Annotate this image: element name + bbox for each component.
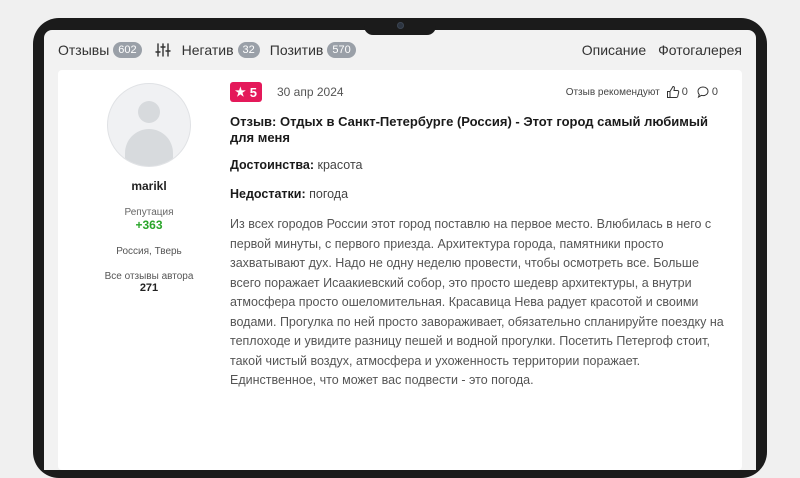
tab-bar: Отзывы 602 Негатив 32 Позитив 570 Описан… — [44, 30, 756, 70]
tab-positive[interactable]: Позитив 570 — [270, 42, 356, 58]
review-card: marikl Репутация +363 Россия, Тверь Все … — [58, 70, 742, 470]
camera-notch — [364, 18, 436, 35]
tab-reviews-count: 602 — [113, 42, 142, 58]
thumbs-up-icon[interactable] — [666, 85, 680, 99]
cons: Недостатки: погода — [230, 187, 726, 201]
avatar[interactable] — [107, 83, 191, 167]
right-tabs: Описание Фотогалерея — [570, 42, 742, 58]
comment-icon[interactable] — [696, 85, 710, 99]
author-username[interactable]: marikl — [98, 179, 200, 193]
tab-negative-label: Негатив — [181, 42, 234, 58]
rating-value: 5 — [249, 84, 257, 100]
likes-count: 0 — [681, 86, 688, 98]
author-location: Россия, Тверь — [116, 246, 182, 257]
review-meta: ★ 5 30 апр 2024 Отзыв рекомендуют 0 0 — [230, 81, 726, 103]
pros: Достоинства: красота — [230, 158, 726, 172]
avatar-head — [138, 101, 160, 123]
all-reviews-count: 271 — [139, 282, 159, 294]
author-panel: marikl Репутация +363 Россия, Тверь Все … — [98, 83, 200, 294]
review-text: Из всех городов России этот город постав… — [230, 217, 724, 387]
review-content: ★ 5 30 апр 2024 Отзыв рекомендуют 0 0 От… — [230, 81, 726, 391]
cons-label: Недостатки: — [230, 187, 306, 201]
tab-description[interactable]: Описание — [582, 42, 646, 58]
rating-badge: ★ 5 — [230, 82, 262, 102]
tab-reviews[interactable]: Отзывы 602 — [58, 42, 142, 58]
tab-reviews-label: Отзывы — [58, 42, 110, 58]
pros-value: красота — [317, 158, 363, 172]
reputation-value: +363 — [135, 218, 163, 232]
avatar-body — [125, 129, 173, 166]
tab-negative-count: 32 — [237, 42, 260, 58]
review-date: 30 апр 2024 — [277, 85, 344, 99]
pros-label: Достоинства: — [230, 158, 315, 172]
tab-positive-label: Позитив — [269, 42, 324, 58]
tab-positive-count: 570 — [327, 42, 356, 58]
reputation-label: Репутация — [124, 207, 174, 218]
screen: Отзывы 602 Негатив 32 Позитив 570 Описан… — [44, 30, 756, 470]
camera-icon — [397, 22, 404, 29]
cons-value: погода — [309, 187, 349, 201]
review-title[interactable]: Отзыв: Отдых в Санкт-Петербурге (Россия)… — [230, 114, 726, 146]
recommended-label: Отзыв рекомендуют — [565, 86, 660, 98]
comments-count: 0 — [711, 86, 718, 98]
filter-icon[interactable] — [154, 41, 172, 59]
recommend-block: Отзыв рекомендуют 0 0 — [566, 85, 726, 99]
tab-gallery[interactable]: Фотогалерея — [658, 42, 742, 58]
tab-negative[interactable]: Негатив 32 — [182, 42, 260, 58]
all-reviews-label[interactable]: Все отзывы автора — [98, 271, 200, 282]
star-icon: ★ — [235, 85, 246, 99]
